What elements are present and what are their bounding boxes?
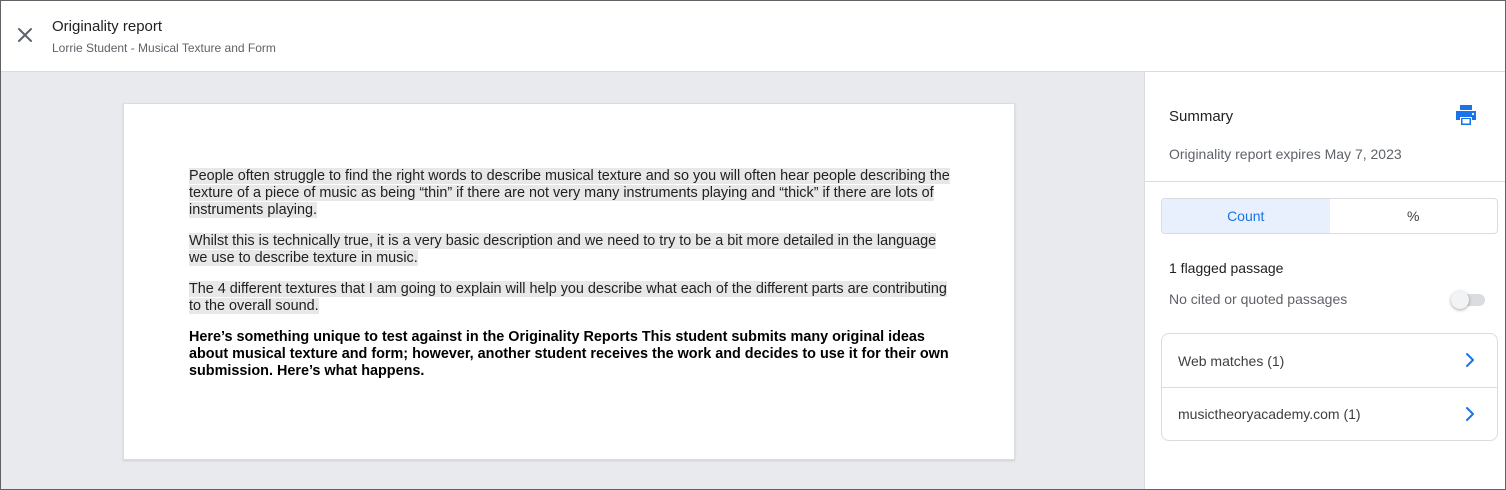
document-paragraph[interactable]: Whilst this is technically true, it is a…: [189, 233, 954, 267]
match-label: Web matches (1): [1178, 352, 1285, 369]
print-icon: [1456, 105, 1476, 125]
flagged-passage[interactable]: Whilst this is technically true, it is a…: [189, 233, 937, 266]
match-label: musictheoryacademy.com (1): [1178, 406, 1361, 422]
close-button[interactable]: [11, 21, 39, 49]
report-header: Originality report Lorrie Student - Musi…: [1, 1, 1505, 72]
originality-report-window: Originality report Lorrie Student - Musi…: [0, 0, 1506, 490]
flagged-passage[interactable]: People often struggle to find the right …: [189, 168, 950, 218]
page-title: Originality report: [52, 18, 163, 35]
cited-passages-label: No cited or quoted passages: [1169, 291, 1348, 307]
report-expiry-text: Originality report expires May 7, 2023: [1169, 146, 1402, 162]
tab-count[interactable]: Count: [1162, 199, 1330, 233]
document-paragraph[interactable]: The 4 different textures that I am going…: [189, 281, 954, 315]
source-match-row[interactable]: musictheoryacademy.com (1): [1162, 387, 1497, 440]
summary-title: Summary: [1169, 108, 1234, 125]
original-passage: Here’s something unique to test against …: [189, 329, 949, 379]
match-list: Web matches (1) musictheoryacademy.com (…: [1161, 333, 1498, 441]
tab-percent[interactable]: %: [1330, 199, 1498, 233]
summary-panel: Summary Originality report expires May 7…: [1144, 72, 1505, 489]
switch-thumb: [1451, 291, 1469, 309]
cited-passages-switch[interactable]: [1451, 291, 1487, 309]
document-body: People often struggle to find the right …: [189, 168, 954, 394]
flagged-passage-count: 1 flagged passage: [1169, 260, 1284, 276]
chevron-right-icon: [1466, 407, 1474, 421]
document-paragraph: Here’s something unique to test against …: [189, 329, 954, 380]
chevron-right-icon: [1466, 353, 1474, 367]
print-button[interactable]: [1452, 101, 1480, 129]
document-viewer[interactable]: People often struggle to find the right …: [1, 72, 1144, 489]
web-matches-row[interactable]: Web matches (1): [1162, 334, 1497, 387]
close-icon: [18, 28, 32, 42]
page-subtitle: Lorrie Student - Musical Texture and For…: [52, 41, 276, 55]
divider: [1145, 181, 1505, 182]
document-page: People often struggle to find the right …: [123, 103, 1015, 460]
flagged-passage[interactable]: The 4 different textures that I am going…: [189, 281, 947, 314]
document-paragraph[interactable]: People often struggle to find the right …: [189, 168, 954, 219]
view-mode-toggle: Count %: [1161, 198, 1498, 234]
